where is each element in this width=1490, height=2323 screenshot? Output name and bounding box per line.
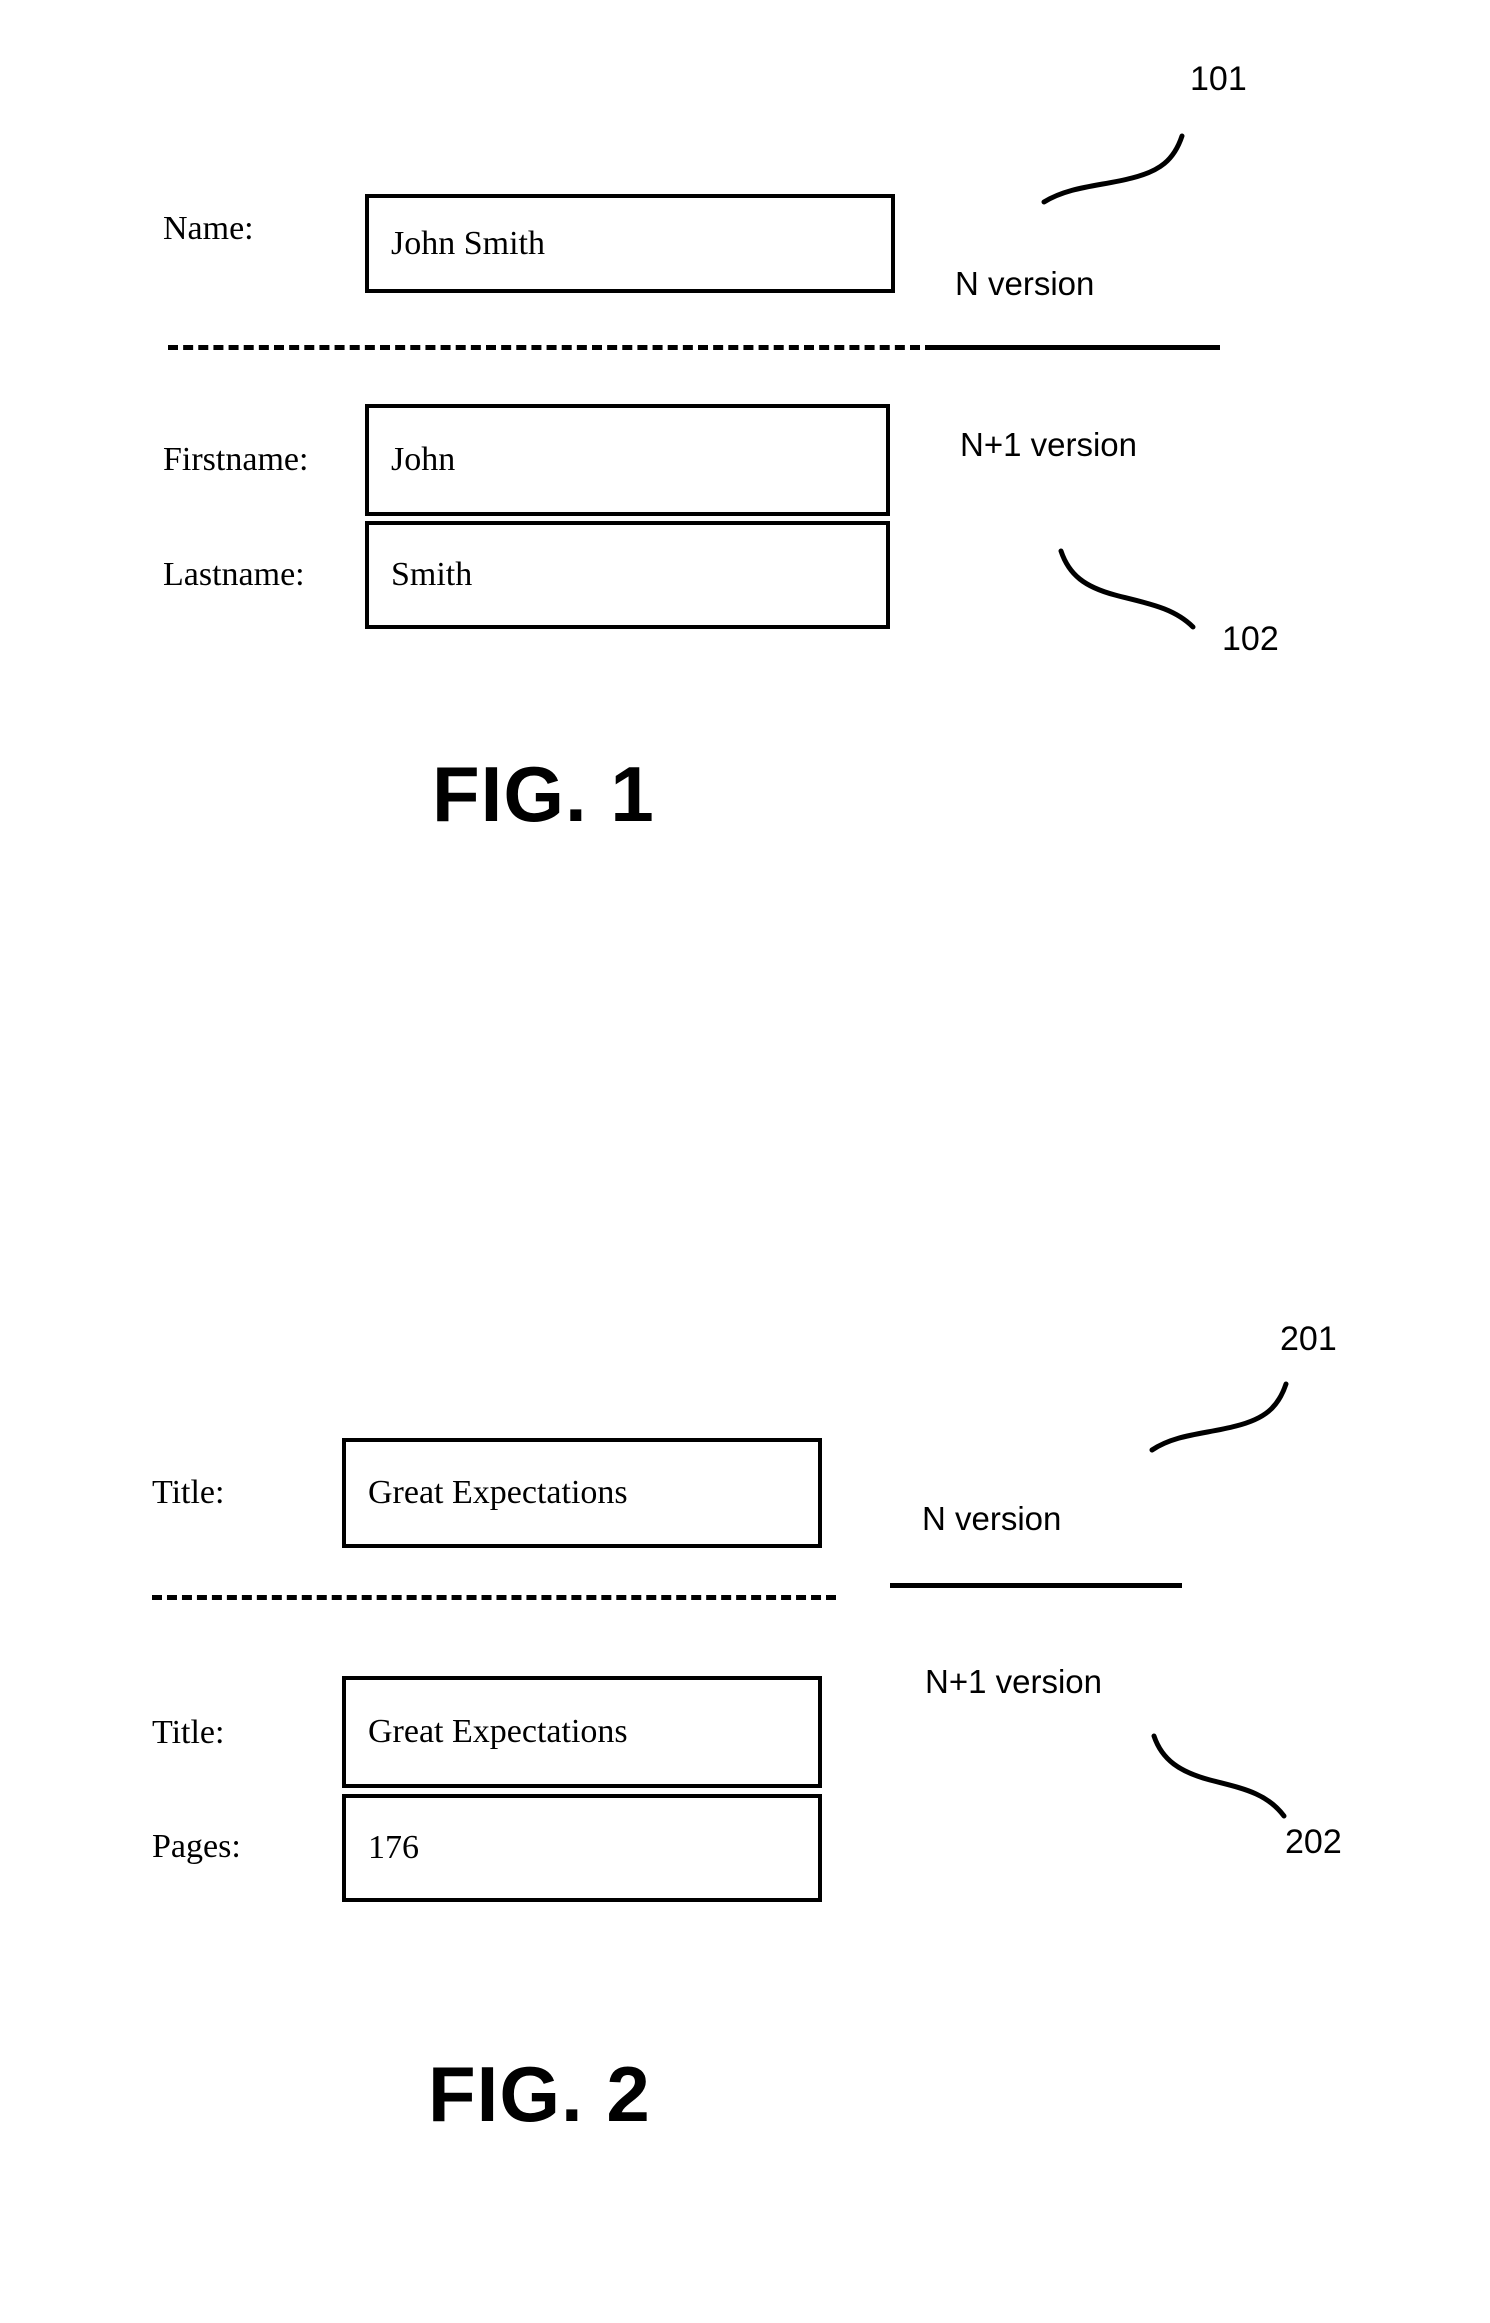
value-text-title-upper: Great Expectations <box>368 1474 628 1511</box>
value-box-title-upper[interactable]: Great Expectations <box>342 1438 822 1548</box>
leader-line-101 <box>1041 133 1185 205</box>
leader-line-202 <box>1151 1733 1287 1819</box>
figure-caption-2: FIG. 2 <box>428 2050 651 2138</box>
drawing-sheet: 101 Name: John Smith N version N+1 versi… <box>0 0 1490 2323</box>
version-separator-dashed-fig1 <box>168 345 920 350</box>
field-label-title-upper: Title: <box>152 1474 225 1511</box>
version-label-n-fig1: N version <box>955 265 1095 302</box>
version-label-n-plus-1-fig2: N+1 version <box>925 1663 1103 1700</box>
leader-line-102 <box>1058 548 1196 630</box>
figure-caption-1: FIG. 1 <box>432 750 655 838</box>
reference-numeral-102: 102 <box>1222 620 1279 658</box>
field-label-name: Name: <box>163 210 254 247</box>
value-text-lastname: Smith <box>391 556 473 593</box>
value-box-firstname[interactable]: John <box>365 404 890 516</box>
figure-2: 201 Title: Great Expectations N version … <box>0 1280 1490 2220</box>
value-box-title-lower[interactable]: Great Expectations <box>342 1676 822 1788</box>
leader-line-201 <box>1149 1381 1289 1453</box>
value-text-title-lower: Great Expectations <box>368 1713 628 1750</box>
version-separator-solid-fig1 <box>925 345 1220 350</box>
value-box-lastname[interactable]: Smith <box>365 521 890 629</box>
field-label-pages: Pages: <box>152 1828 241 1865</box>
field-label-title-lower: Title: <box>152 1714 225 1751</box>
version-separator-solid-fig2 <box>890 1583 1182 1588</box>
version-label-n-plus-1-fig1: N+1 version <box>960 426 1138 463</box>
reference-numeral-202: 202 <box>1285 1823 1342 1861</box>
version-label-n-fig2: N version <box>922 1500 1062 1537</box>
figure-1: 101 Name: John Smith N version N+1 versi… <box>0 0 1490 900</box>
reference-numeral-201: 201 <box>1280 1320 1337 1358</box>
reference-numeral-101: 101 <box>1190 60 1247 98</box>
value-text-name: John Smith <box>391 224 545 262</box>
field-label-firstname: Firstname: <box>163 441 309 478</box>
field-label-lastname: Lastname: <box>163 556 305 593</box>
value-box-pages[interactable]: 176 <box>342 1794 822 1902</box>
value-text-pages: 176 <box>368 1829 419 1866</box>
value-box-name[interactable]: John Smith <box>365 194 895 293</box>
version-separator-dashed-fig2 <box>152 1595 836 1600</box>
value-text-firstname: John <box>391 441 456 478</box>
